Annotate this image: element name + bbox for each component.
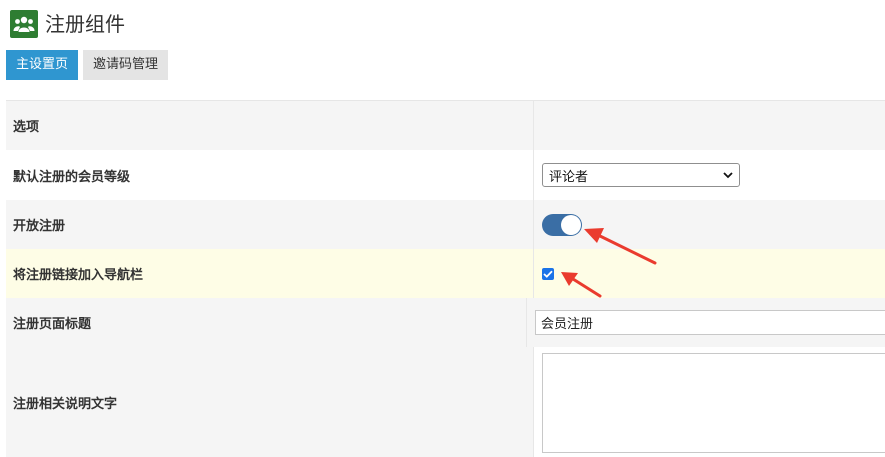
page-title: 注册组件 (45, 12, 125, 36)
page-title-label: 注册页面标题 (6, 298, 527, 347)
description-label: 注册相关说明文字 (6, 347, 534, 457)
row-description: 注册相关说明文字 (6, 347, 885, 457)
description-textarea[interactable] (542, 353, 885, 453)
tab-invite-codes[interactable]: 邀请码管理 (83, 50, 169, 80)
check-icon (543, 270, 553, 278)
default-level-select[interactable]: 评论者 (542, 163, 740, 187)
chevron-down-icon (723, 168, 733, 183)
row-open-registration: 开放注册 (6, 200, 885, 249)
page-title-input-value: 会员注册 (541, 317, 594, 332)
section-header-value (534, 101, 885, 150)
nav-link-label: 将注册链接加入导航栏 (6, 249, 534, 298)
tab-bar: 主设置页 邀请码管理 (6, 50, 169, 80)
settings-table: 选项 默认注册的会员等级 评论者 开放注册 将注册链接加入导航栏 注册页面标题 … (6, 100, 885, 457)
row-page-title: 注册页面标题 会员注册 (6, 298, 885, 347)
row-nav-link: 将注册链接加入导航栏 (6, 249, 885, 298)
nav-link-checkbox[interactable] (542, 267, 554, 280)
tab-main-settings[interactable]: 主设置页 (6, 50, 79, 80)
default-level-label: 默认注册的会员等级 (6, 150, 534, 200)
open-registration-label: 开放注册 (6, 200, 534, 249)
open-registration-toggle[interactable] (542, 213, 582, 236)
default-level-value: 评论者 (549, 169, 589, 185)
page-header: 注册组件 (10, 9, 125, 39)
users-icon (10, 10, 38, 38)
row-default-level: 默认注册的会员等级 评论者 (6, 150, 885, 200)
toggle-knob (561, 214, 581, 235)
page-title-input[interactable]: 会员注册 (535, 310, 885, 335)
section-header-label: 选项 (6, 101, 534, 150)
section-header-row: 选项 (6, 101, 885, 150)
